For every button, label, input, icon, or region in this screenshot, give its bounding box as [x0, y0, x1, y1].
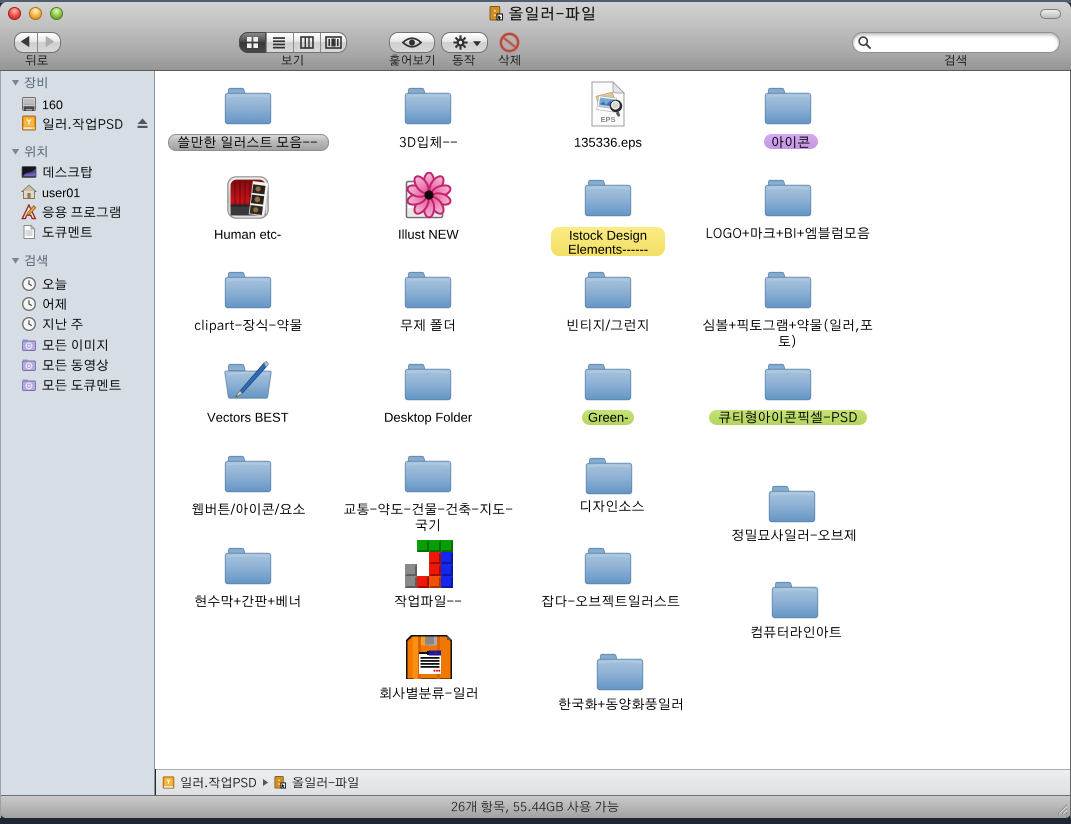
svg-text:EPS: EPS: [600, 115, 615, 124]
